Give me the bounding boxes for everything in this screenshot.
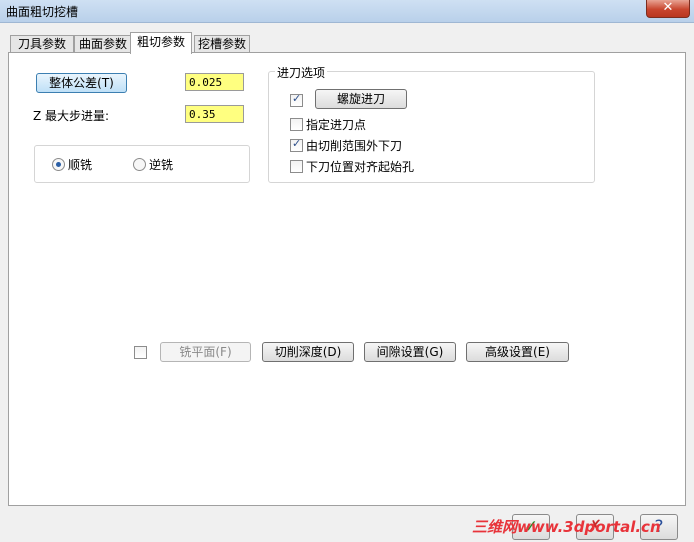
- tab-rough-params[interactable]: 粗切参数: [130, 32, 192, 54]
- helix-entry-button[interactable]: 螺旋进刀: [315, 89, 407, 109]
- gap-settings-button[interactable]: 间隙设置(G): [364, 342, 456, 362]
- tolerance-button[interactable]: 整体公差(T): [36, 73, 127, 93]
- climb-radio[interactable]: [52, 158, 65, 171]
- close-icon: ✕: [662, 0, 674, 15]
- max-step-field[interactable]: 0.35: [185, 105, 244, 123]
- entry-options-group: 进刀选项 螺旋进刀 指定进刀点 由切削范围外下刀 下刀位置对齐起始孔: [268, 64, 595, 183]
- max-step-label: Z 最大步进量:: [33, 109, 110, 123]
- cut-depth-button[interactable]: 切削深度(D): [262, 342, 354, 362]
- milling-direction-group: 顺铣 逆铣: [34, 145, 250, 183]
- facing-checkbox[interactable]: [134, 346, 147, 359]
- tab-pocket-params[interactable]: 挖槽参数: [194, 35, 250, 53]
- align-hole-checkbox[interactable]: [290, 160, 303, 173]
- climb-label: 顺铣: [68, 158, 93, 172]
- outside-entry-label: 由切削范围外下刀: [306, 139, 403, 153]
- watermark-text: 三维网www.3dportal.cn: [472, 518, 661, 536]
- close-button[interactable]: ✕: [646, 0, 690, 18]
- rough-params-panel: 整体公差(T) 0.025 Z 最大步进量: 0.35 顺铣 逆铣 进刀选项 螺…: [8, 52, 686, 506]
- tab-surface-params[interactable]: 曲面参数: [74, 35, 132, 53]
- window-title: 曲面粗切挖槽: [6, 5, 79, 19]
- helix-checkbox[interactable]: [290, 92, 303, 107]
- conventional-radio[interactable]: [133, 158, 146, 171]
- title-bar: 曲面粗切挖槽 ✕: [0, 0, 694, 23]
- conventional-label: 逆铣: [149, 158, 174, 172]
- entry-options-caption: 进刀选项: [275, 64, 328, 81]
- outside-entry-checkbox[interactable]: [290, 137, 303, 152]
- align-hole-label: 下刀位置对齐起始孔: [306, 160, 415, 174]
- entry-point-checkbox[interactable]: [290, 118, 303, 131]
- entry-point-label: 指定进刀点: [306, 118, 367, 132]
- facing-button[interactable]: 铣平面(F): [160, 342, 251, 362]
- tab-tool-params[interactable]: 刀具参数: [10, 35, 74, 53]
- advanced-settings-button[interactable]: 高级设置(E): [466, 342, 569, 362]
- tolerance-field[interactable]: 0.025: [185, 73, 244, 91]
